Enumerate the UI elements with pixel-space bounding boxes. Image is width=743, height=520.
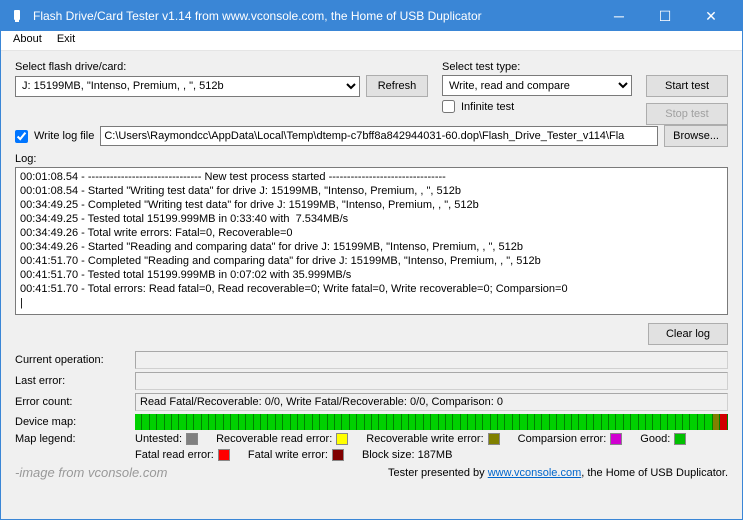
select-test-label: Select test type: [442,61,632,73]
map-legend-label: Map legend: [15,433,125,445]
test-type-select[interactable]: Write, read and compare [442,75,632,96]
map-legend: Untested: Recoverable read error: Recove… [135,433,728,461]
minimize-button[interactable]: ─ [596,1,642,31]
swatch-fatal-read [218,449,230,461]
maximize-button[interactable]: ☐ [642,1,688,31]
last-error-label: Last error: [15,375,125,387]
footer-credit: Tester presented by www.vconsole.com, th… [388,467,728,479]
block-size: Block size: 187MB [362,449,452,461]
menu-exit[interactable]: Exit [51,31,81,47]
current-op-value [135,351,728,369]
titlebar: Flash Drive/Card Tester v1.14 from www.v… [1,1,742,31]
write-log-label: Write log file [34,130,94,142]
swatch-recov-read [336,433,348,445]
infinite-label: Infinite test [461,101,514,113]
browse-button[interactable]: Browse... [664,125,728,147]
infinite-checkbox[interactable] [442,100,455,113]
error-count-value: Read Fatal/Recoverable: 0/0, Write Fatal… [135,393,728,411]
last-error-value [135,372,728,390]
close-button[interactable]: ✕ [688,1,734,31]
app-icon [9,8,25,24]
swatch-untested [186,433,198,445]
log-path-input[interactable] [100,126,658,146]
drive-select[interactable]: J: 15199MB, "Intenso, Premium, , ", 512b [15,76,360,97]
menu-about[interactable]: About [7,31,48,47]
clear-log-button[interactable]: Clear log [648,323,728,345]
swatch-comparison [610,433,622,445]
current-op-label: Current operation: [15,354,125,366]
vconsole-link[interactable]: www.vconsole.com [488,467,582,479]
device-map-label: Device map: [15,416,125,428]
start-test-button[interactable]: Start test [646,75,728,97]
refresh-button[interactable]: Refresh [366,75,428,97]
stop-test-button[interactable]: Stop test [646,103,728,125]
swatch-good [674,433,686,445]
error-count-label: Error count: [15,396,125,408]
swatch-recov-write [488,433,500,445]
select-drive-label: Select flash drive/card: [15,61,428,73]
log-label: Log: [15,153,728,165]
write-log-checkbox[interactable] [15,130,28,143]
swatch-fatal-write [332,449,344,461]
device-map [135,414,728,430]
menubar: About Exit [1,31,742,51]
window-title: Flash Drive/Card Tester v1.14 from www.v… [33,9,596,23]
source-note: -image from vconsole.com [15,465,167,480]
log-textarea[interactable]: 00:01:08.54 - --------------------------… [15,167,728,315]
